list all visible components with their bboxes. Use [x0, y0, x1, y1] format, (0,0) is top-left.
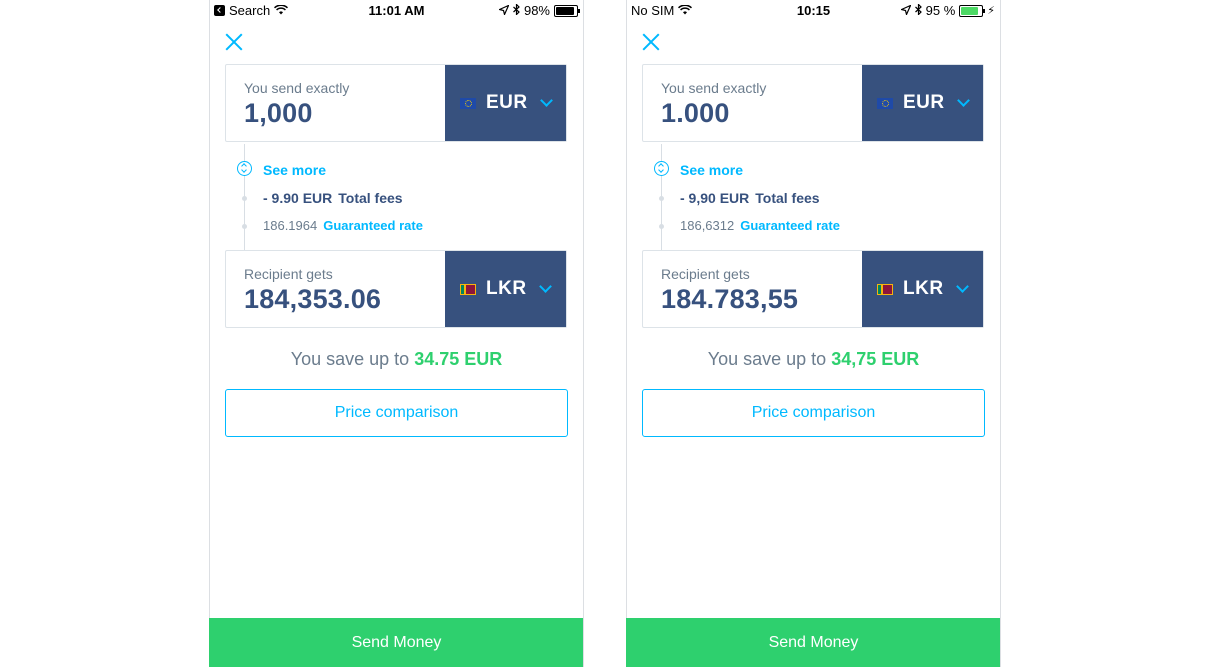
- chevron-down-icon: [539, 94, 553, 107]
- receive-amount-label: Recipient gets: [244, 266, 333, 282]
- receive-amount-label: Recipient gets: [661, 266, 750, 282]
- fee-timeline: [659, 144, 664, 250]
- fee-label: Total fees: [338, 190, 403, 206]
- rate-value: 186.1964: [263, 218, 318, 233]
- fee-label: Total fees: [755, 190, 820, 206]
- receive-amount-box[interactable]: Recipient gets 184,353.06 LKR: [225, 250, 567, 328]
- close-icon[interactable]: [223, 31, 245, 53]
- fee-amount: - 9,90 EUR: [680, 190, 750, 206]
- see-more-link[interactable]: See more: [680, 162, 743, 178]
- status-bar: Search 11:01 AM 98%: [209, 0, 584, 20]
- send-amount-input[interactable]: 1,000: [244, 98, 313, 129]
- phone-screen-right: No SIM 10:15 95 % ⚡ You send exactly 1.0…: [626, 0, 1001, 667]
- fee-timeline: [242, 144, 247, 250]
- savings-amount: 34.75 EUR: [414, 349, 503, 369]
- send-amount-label: You send exactly: [661, 80, 767, 96]
- see-more-link[interactable]: See more: [263, 162, 326, 178]
- guaranteed-rate-link[interactable]: Guaranteed rate: [323, 218, 423, 233]
- eu-flag-icon: [877, 97, 893, 109]
- location-icon: [497, 3, 510, 18]
- receive-amount-input[interactable]: 184,353.06: [244, 284, 381, 315]
- close-icon[interactable]: [640, 31, 662, 53]
- receive-currency-select[interactable]: LKR: [445, 251, 566, 327]
- savings-prefix: You save up to: [290, 349, 410, 369]
- chevron-down-icon: [956, 94, 970, 107]
- send-amount-label: You send exactly: [244, 80, 350, 96]
- savings-text: You save up to 34,75 EUR: [626, 349, 1001, 370]
- send-amount-box[interactable]: You send exactly 1.000 EUR: [642, 64, 984, 142]
- bluetooth-icon: [513, 3, 520, 18]
- battery-icon: [554, 4, 580, 17]
- guaranteed-rate-link[interactable]: Guaranteed rate: [740, 218, 840, 233]
- chevron-down-icon: [538, 280, 552, 293]
- savings-prefix: You save up to: [707, 349, 827, 369]
- battery-percent: 98%: [523, 3, 550, 18]
- bluetooth-icon: [914, 3, 922, 18]
- receive-amount-box[interactable]: Recipient gets 184.783,55 LKR: [642, 250, 984, 328]
- price-comparison-button[interactable]: Price comparison: [225, 389, 568, 437]
- send-currency-select[interactable]: EUR: [862, 65, 983, 141]
- receive-currency-code: LKR: [486, 278, 527, 299]
- battery-percent: 95 %: [925, 3, 956, 18]
- send-currency-code: EUR: [903, 92, 945, 113]
- receive-amount-input[interactable]: 184.783,55: [661, 284, 798, 315]
- send-money-button[interactable]: Send Money: [209, 618, 584, 667]
- eu-flag-icon: [460, 97, 476, 109]
- phone-screen-left: Search 11:01 AM 98% You send exactly 1,0…: [209, 0, 584, 667]
- rate-line: 186,6312 Guaranteed rate: [680, 218, 840, 233]
- send-currency-code: EUR: [486, 92, 528, 113]
- total-fees: - 9.90 EUR Total fees: [263, 190, 403, 206]
- rate-line: 186.1964 Guaranteed rate: [263, 218, 423, 233]
- send-amount-box[interactable]: You send exactly 1,000 EUR: [225, 64, 567, 142]
- savings-text: You save up to 34.75 EUR: [209, 349, 584, 370]
- expand-icon[interactable]: [654, 161, 669, 176]
- sri-lanka-flag-icon: [877, 283, 893, 295]
- send-money-button[interactable]: Send Money: [626, 618, 1001, 667]
- price-comparison-button[interactable]: Price comparison: [642, 389, 985, 437]
- battery-icon: [959, 4, 986, 17]
- total-fees: - 9,90 EUR Total fees: [680, 190, 820, 206]
- sri-lanka-flag-icon: [460, 283, 476, 295]
- status-bar: No SIM 10:15 95 % ⚡: [626, 0, 1001, 20]
- receive-currency-select[interactable]: LKR: [862, 251, 983, 327]
- receive-currency-code: LKR: [903, 278, 944, 299]
- fee-amount: - 9.90 EUR: [263, 190, 333, 206]
- chevron-down-icon: [955, 280, 969, 293]
- rate-value: 186,6312: [680, 218, 735, 233]
- send-currency-select[interactable]: EUR: [445, 65, 566, 141]
- expand-icon[interactable]: [237, 161, 252, 176]
- send-amount-input[interactable]: 1.000: [661, 98, 730, 129]
- charging-bolt-icon: ⚡: [987, 5, 995, 17]
- savings-amount: 34,75 EUR: [831, 349, 920, 369]
- location-icon: [899, 3, 912, 18]
